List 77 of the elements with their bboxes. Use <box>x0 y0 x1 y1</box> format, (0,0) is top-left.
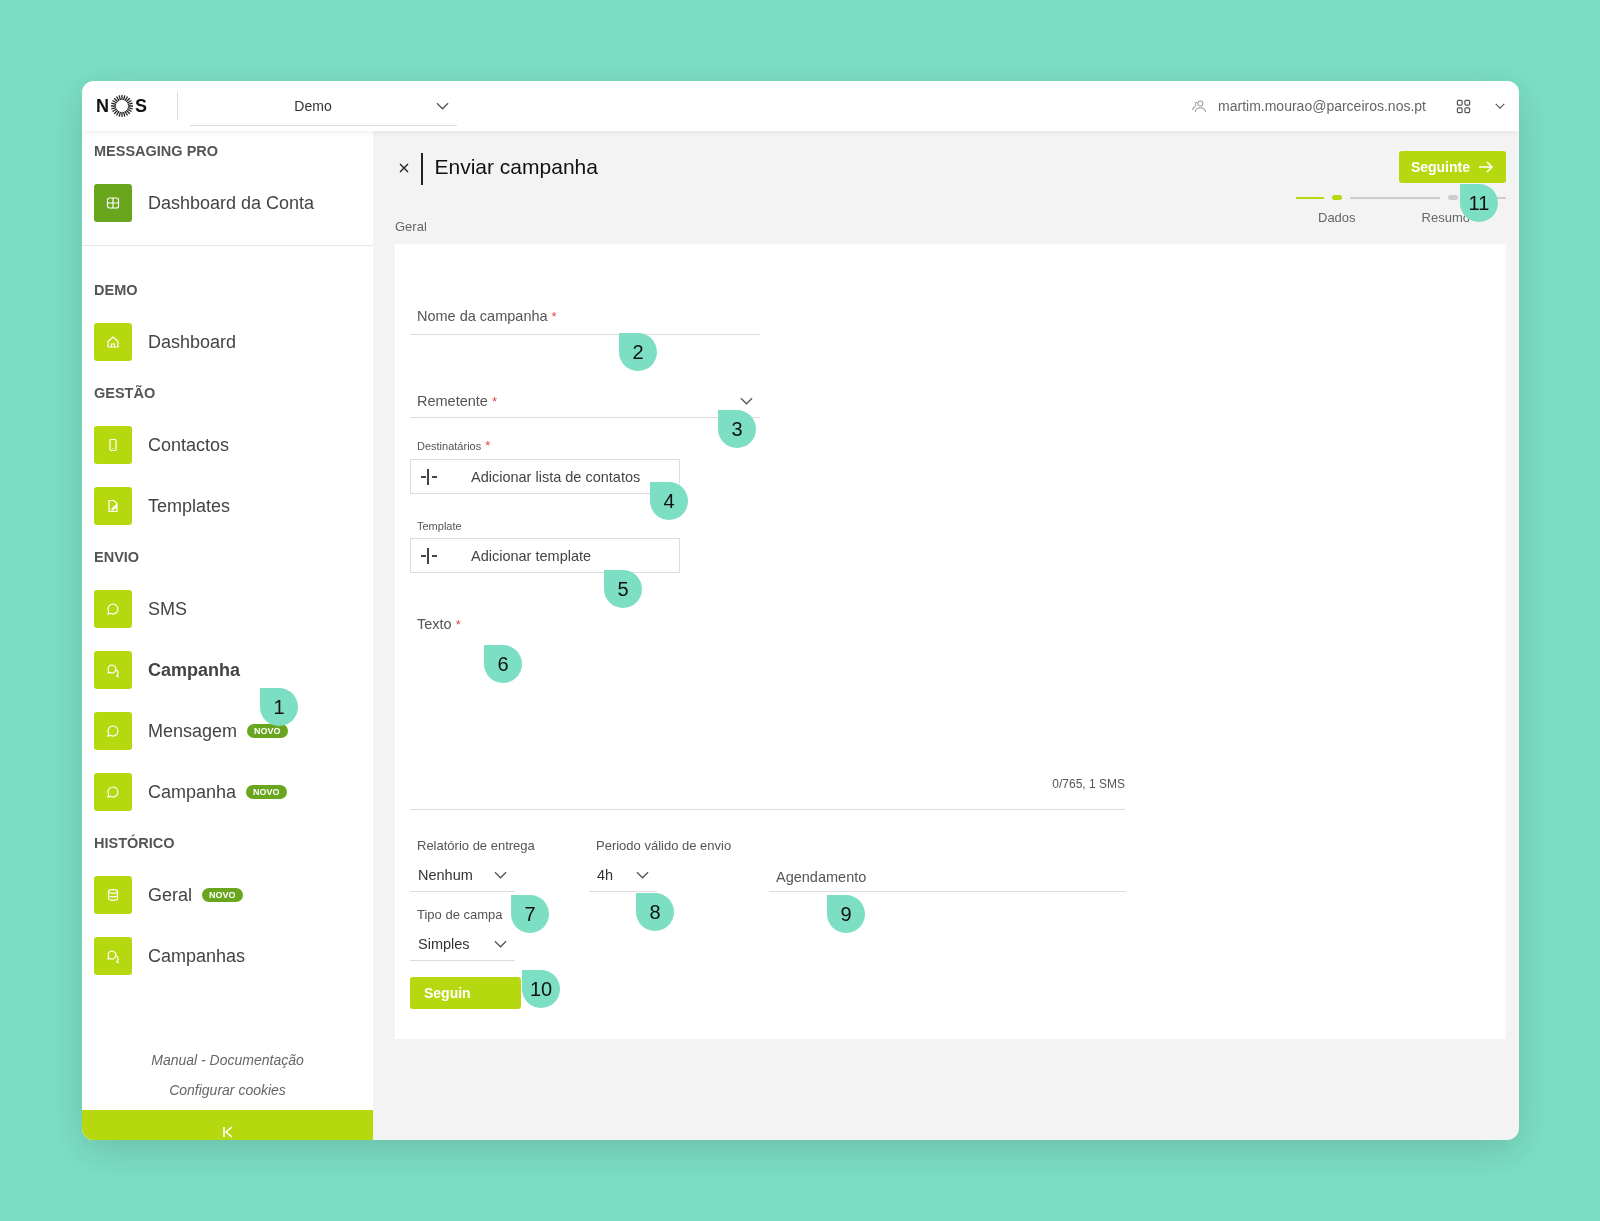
item-label: Mensagem <box>148 720 238 742</box>
chat-bubbles-icon <box>105 662 121 678</box>
chevron-down-icon <box>636 871 649 879</box>
new-badge: NOVO <box>246 785 287 799</box>
plus-icon <box>419 545 439 566</box>
item-label: Geral <box>148 884 192 906</box>
field-label: Periodo válido de envio <box>596 838 733 853</box>
required-asterisk: * <box>551 308 557 324</box>
item-label: Dashboard <box>148 331 237 353</box>
section-heading: HISTÓRICO <box>94 833 176 853</box>
footer-link[interactable]: Configurar cookies <box>169 1082 286 1098</box>
field-label: Template <box>417 520 462 532</box>
character-counter: 0/765, 1 SMS <box>1052 777 1125 791</box>
new-badge: NOVO <box>202 888 243 902</box>
chat-bubbles-icon <box>105 948 121 964</box>
sidebar-item[interactable]: SMS <box>94 590 361 628</box>
section-heading: ENVIO <box>94 548 141 567</box>
section-label: Geral <box>395 219 428 234</box>
required-asterisk: * <box>491 393 497 409</box>
item-label: Campanha <box>148 659 241 681</box>
user-email: martim.mourao@parceiros.nos.pt <box>1218 98 1426 114</box>
collapse-icon <box>221 1126 234 1138</box>
sidebar-item[interactable]: Dashboard da Conta <box>94 184 361 222</box>
chevron-down-icon[interactable] <box>1495 103 1505 109</box>
sidebar-item[interactable]: Campanha NOVO <box>94 773 361 811</box>
grid-icon <box>105 195 121 211</box>
close-icon[interactable] <box>399 163 409 173</box>
field-label: Tipo de campa <box>417 907 504 922</box>
step-label: Dados <box>1318 210 1356 225</box>
chevron-down-icon <box>436 101 449 110</box>
add-button[interactable]: Adicionar template <box>410 538 680 573</box>
schedule-field[interactable]: Agendamento <box>769 869 1126 892</box>
add-button[interactable]: Adicionar lista de contatos <box>410 459 680 494</box>
field-label: Remetente <box>417 393 488 409</box>
sidebar-item[interactable]: Contactos <box>94 426 361 464</box>
chevron-down-icon <box>740 397 753 405</box>
field-label: Destinatários <box>417 439 482 452</box>
section-heading: GESTÃO <box>94 384 157 403</box>
new-badge: NOVO <box>247 724 288 738</box>
database-icon <box>105 887 121 903</box>
account-dropdown[interactable]: Demo <box>190 86 457 126</box>
chat-bubble-icon <box>105 601 121 617</box>
required-asterisk: * <box>485 438 491 453</box>
logo: N S <box>95 94 148 118</box>
campaign-type-dropdown[interactable]: Simples <box>410 936 515 961</box>
field-label: Relatório de entrega <box>417 838 536 853</box>
document-pen-icon <box>105 498 121 514</box>
valid-period-dropdown[interactable]: 4h <box>589 867 657 892</box>
step-label: Resumo <box>1421 210 1470 225</box>
arrow-right-icon <box>1478 161 1494 173</box>
item-label: SMS <box>148 598 187 620</box>
page-title: Enviar campanha <box>434 155 598 179</box>
footer-link[interactable]: Manual - Documentação <box>151 1052 304 1068</box>
sidebar-item[interactable]: Templates <box>94 487 361 525</box>
chevron-down-icon <box>494 940 507 948</box>
item-label: Dashboard da Conta <box>148 192 315 214</box>
chat-bubble-icon <box>105 784 121 800</box>
section-heading: DEMO <box>94 281 139 300</box>
item-label: Campanha <box>148 781 237 803</box>
chevron-down-icon <box>494 871 507 879</box>
users-icon <box>1191 99 1209 113</box>
item-label: Campanhas <box>148 945 246 967</box>
item-label: Templates <box>148 495 231 517</box>
sidebar-item[interactable]: Campanhas <box>94 937 361 975</box>
sidebar-item[interactable]: Geral NOVO <box>94 876 361 914</box>
sidebar-item[interactable]: Campanha <box>94 651 361 689</box>
item-label: Contactos <box>148 434 230 456</box>
field-label: Nome da campanha <box>417 308 548 324</box>
apps-grid-icon[interactable] <box>1456 98 1471 114</box>
section-heading: MESSAGING PRO <box>94 142 220 161</box>
required-asterisk: * <box>455 617 461 632</box>
delivery-report-dropdown[interactable]: Nenhum <box>410 867 515 892</box>
home-icon <box>105 334 121 350</box>
plus-icon <box>419 466 439 487</box>
sidebar-item[interactable]: Dashboard <box>94 323 361 361</box>
chat-bubble-icon <box>105 723 121 739</box>
field-label: Texto <box>417 616 452 632</box>
